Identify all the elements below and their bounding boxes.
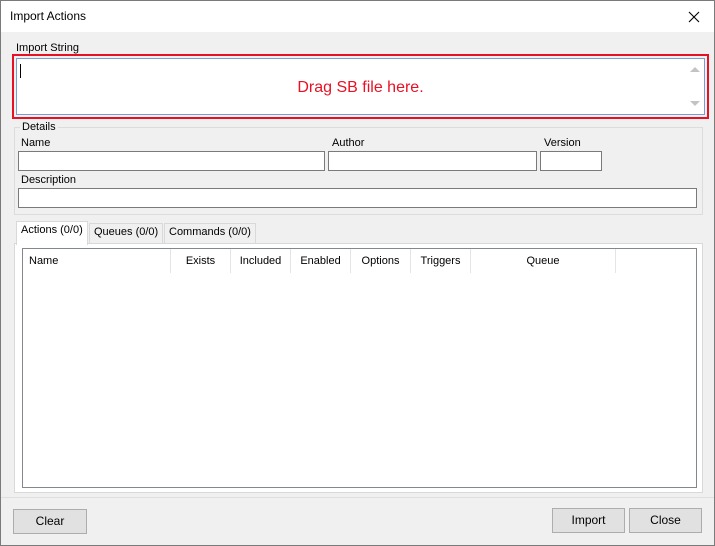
actions-list[interactable]: Name Exists Included Enabled Options Tri… [22,248,697,488]
import-string-label: Import String [16,42,79,54]
import-string-drop-zone: Drag SB file here. [12,54,709,119]
column-header-name[interactable]: Name [23,249,171,273]
description-input[interactable] [18,188,697,208]
column-header-included[interactable]: Included [231,249,291,273]
scroll-down-arrow-icon[interactable] [690,101,700,106]
title-bar: Import Actions [1,1,714,32]
version-label: Version [544,137,581,149]
name-label: Name [21,137,51,149]
button-bar: Clear Import Close [1,497,714,545]
description-label: Description [21,174,77,186]
import-button[interactable]: Import [552,508,625,533]
import-string-input[interactable]: Drag SB file here. [16,58,705,115]
text-caret [20,64,21,78]
author-label: Author [332,137,365,149]
import-string-scrollbar[interactable] [687,59,704,114]
tab-queues[interactable]: Queues (0/0) [89,223,164,243]
actions-tab-panel: Name Exists Included Enabled Options Tri… [14,243,703,493]
column-header-enabled[interactable]: Enabled [291,249,351,273]
tab-commands[interactable]: Commands (0/0) [164,223,256,243]
name-input[interactable] [18,151,325,171]
author-input[interactable] [328,151,537,171]
column-header-exists[interactable]: Exists [171,249,231,273]
scroll-up-arrow-icon[interactable] [690,67,700,72]
close-icon [688,11,700,22]
version-input[interactable] [540,151,602,171]
import-actions-window: Import Actions Import String Drag SB fil… [0,0,715,546]
details-legend: Details [20,121,58,133]
clear-button[interactable]: Clear [13,509,87,534]
column-header-options[interactable]: Options [351,249,411,273]
column-header-queue[interactable]: Queue [471,249,616,273]
close-button[interactable]: Close [629,508,702,533]
drag-file-hint: Drag SB file here. [297,79,424,96]
column-header-triggers[interactable]: Triggers [411,249,471,273]
window-title: Import Actions [10,9,87,23]
actions-list-header: Name Exists Included Enabled Options Tri… [23,249,696,273]
tab-actions[interactable]: Actions (0/0) [16,221,88,245]
window-close-button[interactable] [674,1,714,32]
